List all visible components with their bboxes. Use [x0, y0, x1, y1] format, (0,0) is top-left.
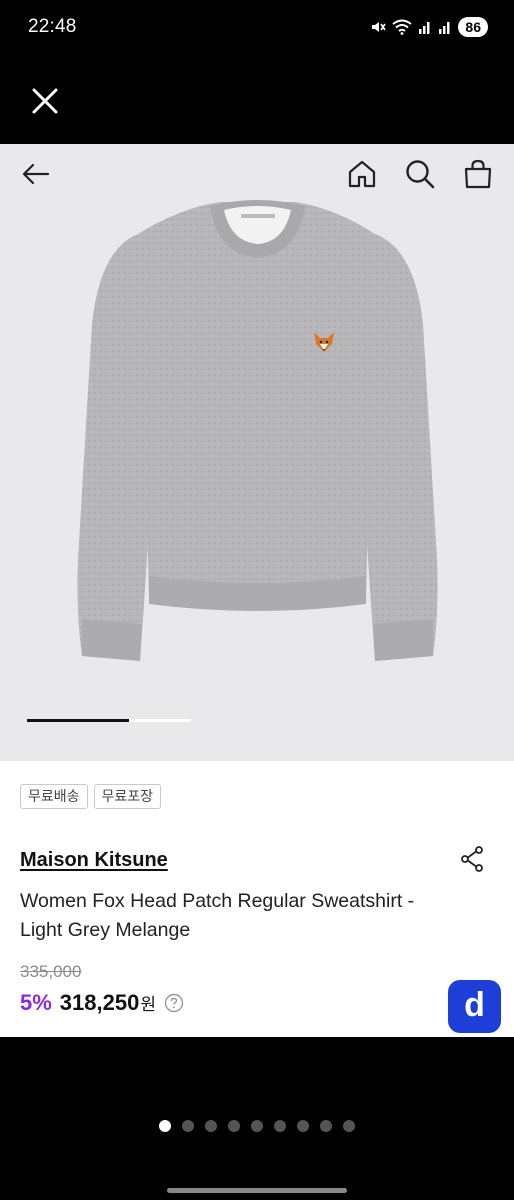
battery-indicator: 86 — [458, 17, 488, 37]
page-dot[interactable] — [320, 1120, 332, 1132]
tag-free-wrapping: 무료포장 — [93, 784, 162, 809]
status-time: 22:48 — [28, 16, 77, 37]
share-icon[interactable] — [459, 845, 487, 873]
wifi-icon — [392, 19, 413, 35]
signal-icon — [419, 22, 430, 34]
app-logo-label: d — [464, 986, 485, 1024]
home-icon[interactable] — [346, 158, 378, 190]
discount-rate: 5% — [20, 990, 52, 1015]
mute-icon — [372, 22, 387, 32]
page-dot[interactable] — [297, 1120, 309, 1132]
close-icon[interactable] — [28, 84, 62, 118]
sale-price: 318,250 — [59, 990, 140, 1015]
overlay-header — [0, 58, 514, 144]
page-dot[interactable] — [274, 1120, 286, 1132]
arrow-left-icon[interactable] — [20, 158, 52, 190]
signal-icon-2 — [439, 22, 450, 34]
page-indicator-dots — [0, 1120, 514, 1132]
page-dot[interactable] — [205, 1120, 217, 1132]
product-image-carousel[interactable] — [0, 144, 514, 761]
page-dot[interactable] — [228, 1120, 240, 1132]
currency-label: 원 — [140, 995, 156, 1014]
sweatshirt-product-image — [77, 200, 438, 661]
status-bar: 22:48 86 — [0, 0, 514, 58]
page-dot[interactable] — [343, 1120, 355, 1132]
page-dot[interactable] — [182, 1120, 194, 1132]
product-tags: 무료배송 무료포장 — [20, 784, 162, 809]
bottom-pager-area — [0, 1037, 514, 1200]
carousel-progress-track — [27, 719, 191, 722]
original-price: 335,000 — [20, 962, 82, 981]
page-dot[interactable] — [159, 1120, 171, 1132]
status-icons: 86 — [370, 17, 488, 37]
help-icon[interactable] — [164, 993, 184, 1013]
search-icon[interactable] — [404, 158, 436, 190]
price-row: 5% 318,250 원 — [20, 990, 184, 1016]
tag-free-shipping: 무료배송 — [20, 784, 88, 809]
product-title: Women Fox Head Patch Regular Sweatshirt … — [20, 890, 415, 941]
home-indicator[interactable] — [167, 1188, 347, 1193]
carousel-progress-fill — [27, 719, 129, 722]
shopping-bag-icon[interactable] — [462, 158, 494, 190]
app-logo-button[interactable]: d — [448, 980, 501, 1033]
product-info-panel: 무료배송 무료포장 Maison Kitsune Women Fox Head … — [0, 761, 514, 1037]
brand-link[interactable]: Maison Kitsune — [20, 849, 168, 872]
page-dot[interactable] — [251, 1120, 263, 1132]
